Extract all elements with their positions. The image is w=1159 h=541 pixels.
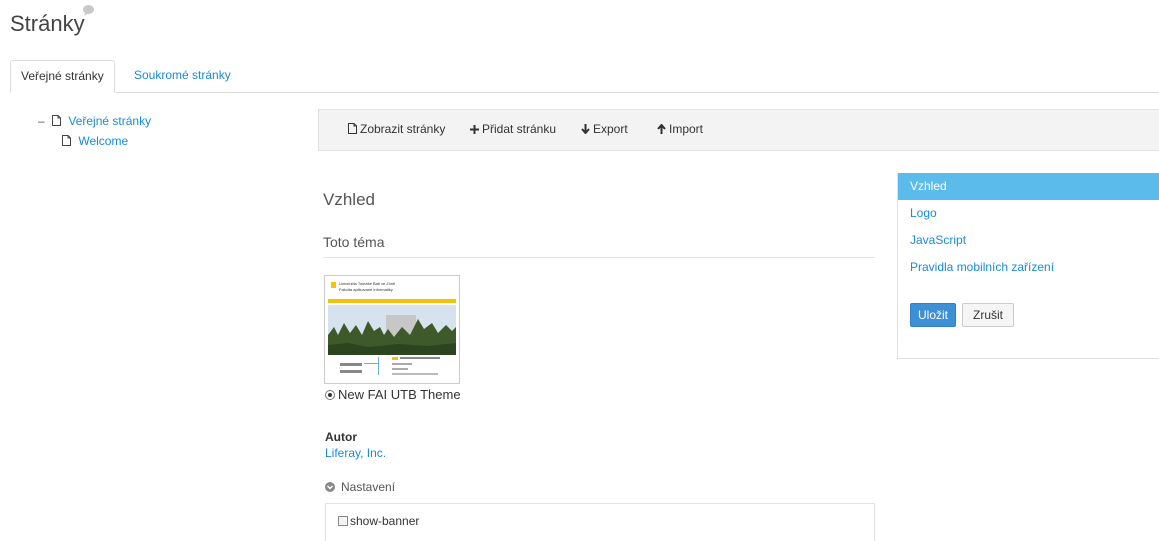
cancel-button[interactable]: Zrušit	[962, 303, 1014, 327]
save-button[interactable]: Uložit	[910, 303, 956, 327]
view-pages-label: Zobrazit stránky	[360, 122, 446, 136]
tab-public-pages[interactable]: Veřejné stránky	[10, 60, 115, 93]
thumbnail-text	[392, 363, 412, 365]
page-tree: – Veřejné stránky Welcome	[38, 113, 151, 153]
thumbnail-block	[340, 363, 362, 366]
thumbnail-logo	[331, 282, 336, 288]
page-icon	[62, 135, 71, 146]
show-banner-checkbox[interactable]	[338, 516, 348, 526]
current-theme-heading: Toto téma	[323, 234, 385, 250]
page-title: Stránky	[10, 11, 85, 36]
settings-panel: show-banner	[325, 503, 875, 541]
thumbnail-content	[328, 355, 456, 380]
thumbnail-banner	[328, 305, 456, 355]
thumbnail-nav-bar	[328, 299, 456, 303]
export-button[interactable]: Export	[581, 122, 628, 136]
section-title: Vzhled	[323, 190, 375, 209]
arrow-up-icon	[657, 123, 666, 134]
settings-label: Nastavení	[341, 480, 396, 494]
add-page-button[interactable]: Přidat stránku	[470, 122, 556, 136]
thumbnail-badge	[392, 357, 398, 360]
tree-link-public-pages[interactable]: Veřejné stránky	[68, 114, 151, 128]
thumbnail-line	[364, 363, 378, 364]
divider	[323, 257, 875, 258]
add-page-label: Přidat stránku	[482, 122, 557, 136]
side-navigation: Vzhled Logo JavaScript Pravidla mobilníc…	[897, 173, 1159, 359]
theme-radio-option[interactable]: New FAI UTB Theme	[325, 387, 461, 402]
chevron-down-icon	[325, 482, 335, 492]
show-banner-option[interactable]: show-banner	[338, 514, 419, 528]
nav-item-javascript[interactable]: JavaScript	[898, 227, 1159, 254]
thumbnail-line	[378, 357, 379, 375]
tree-link-welcome[interactable]: Welcome	[78, 134, 128, 148]
tab-private-pages[interactable]: Soukromé stránky	[124, 60, 241, 93]
thumbnail-text	[400, 357, 440, 359]
thumbnail-text	[392, 373, 438, 375]
tree-node-root: – Veřejné stránky	[38, 113, 151, 133]
nav-item-mobile-rules[interactable]: Pravidla mobilních zařízení	[898, 254, 1159, 281]
nav-item-appearance[interactable]: Vzhled	[898, 173, 1159, 200]
collapse-icon[interactable]: –	[38, 114, 45, 128]
settings-toggle[interactable]: Nastavení	[325, 480, 395, 494]
thumbnail-header: Univerzita Tomáše Bati ve Zlíně Fakulta …	[328, 279, 456, 297]
thumbnail-header-line1: Univerzita Tomáše Bati ve Zlíně	[339, 281, 396, 286]
tab-bar: Veřejné stránky Soukromé stránky	[10, 60, 1159, 93]
page-toolbar: Zobrazit stránky Přidat stránku Export I…	[318, 109, 1159, 151]
export-label: Export	[593, 122, 628, 136]
import-button[interactable]: Import	[657, 122, 703, 136]
show-banner-label: show-banner	[350, 514, 420, 528]
author-link[interactable]: Liferay, Inc.	[325, 446, 386, 460]
view-pages-button[interactable]: Zobrazit stránky	[348, 122, 445, 136]
nav-item-logo[interactable]: Logo	[898, 200, 1159, 227]
page-icon	[348, 123, 357, 134]
theme-radio[interactable]	[325, 390, 335, 400]
tree-node-welcome: Welcome	[62, 133, 151, 153]
arrow-down-icon	[581, 124, 590, 135]
help-icon[interactable]	[82, 5, 95, 16]
thumbnail-header-line2: Fakulta aplikované informatiky	[339, 287, 393, 292]
import-label: Import	[669, 122, 704, 136]
theme-thumbnail[interactable]: Univerzita Tomáše Bati ve Zlíně Fakulta …	[324, 275, 460, 384]
plus-icon	[470, 125, 479, 134]
author-label: Autor	[325, 430, 357, 444]
thumbnail-block	[340, 370, 362, 373]
thumbnail-text	[392, 368, 408, 370]
page-icon	[52, 115, 62, 126]
thumbnail-trees	[328, 319, 456, 355]
theme-name: New FAI UTB Theme	[338, 387, 461, 402]
